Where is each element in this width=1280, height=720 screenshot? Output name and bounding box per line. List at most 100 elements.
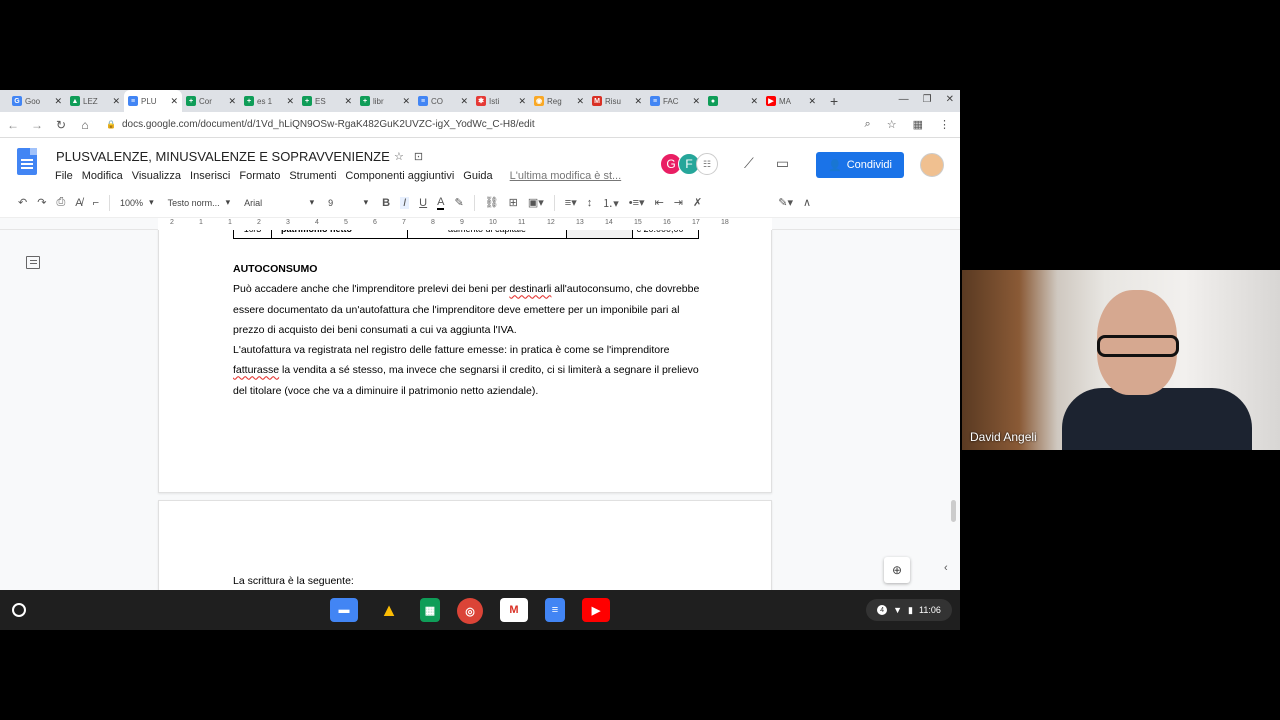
close-window-icon[interactable]: ✕ — [946, 94, 954, 105]
scrollbar-thumb[interactable] — [951, 500, 956, 522]
menu-item[interactable]: Inserisci — [190, 170, 230, 182]
zoom-icon[interactable]: ⌕ — [865, 118, 871, 131]
launcher-icon[interactable] — [12, 603, 26, 617]
tab-7[interactable]: ≡ CO ✕ — [414, 90, 472, 112]
misspelled-word[interactable]: fatturasse — [233, 364, 279, 376]
drive-app-icon[interactable]: ▲ — [375, 598, 403, 622]
activity-icon[interactable]: ⟋ — [744, 155, 754, 172]
star-icon[interactable]: ☆ — [887, 118, 897, 131]
document-page[interactable]: 10/3 patrimonio netto aumento di capital… — [158, 230, 772, 493]
tab-close-icon[interactable]: ✕ — [750, 96, 758, 107]
tab-13[interactable]: ▶ MA ✕ — [762, 90, 820, 112]
underline-icon[interactable]: U — [419, 197, 427, 209]
last-edit-link[interactable]: L'ultima modifica è st... — [510, 170, 622, 182]
home-icon[interactable]: ⌂ — [74, 118, 96, 132]
bulleted-list-icon[interactable]: •≡▾ — [629, 196, 645, 209]
share-button[interactable]: 👤 Condividi — [816, 152, 904, 178]
tab-5[interactable]: + ES ✕ — [298, 90, 356, 112]
chrome-app-icon[interactable]: ◎ — [457, 598, 483, 624]
tab-close-icon[interactable]: ✕ — [808, 96, 816, 107]
table-cell-description[interactable]: aumento di capitale — [407, 230, 567, 239]
table-cell-account[interactable]: patrimonio netto — [271, 230, 408, 239]
menu-item[interactable]: Componenti aggiuntivi — [345, 170, 454, 182]
tab-close-icon[interactable]: ✕ — [460, 96, 468, 107]
url-field[interactable]: 🔒 docs.google.com/document/d/1Vd_hLiQN9O… — [106, 119, 535, 130]
ruler[interactable]: 2 1 1 2 3 4 5 6 7 8 9 10 11 12 13 14 15 16 17 18 — [158, 218, 772, 230]
line-spacing-icon[interactable]: ↕ — [587, 197, 593, 209]
increase-indent-icon[interactable]: ⇥ — [674, 196, 683, 209]
redo-icon[interactable]: ↷ — [37, 196, 46, 209]
tab-2[interactable]: ≡ PLU ✕ — [124, 90, 182, 112]
font-select[interactable]: Arial ▾ — [244, 197, 314, 208]
misspelled-word[interactable]: destinarli — [509, 283, 551, 295]
table-cell-blank[interactable] — [566, 230, 633, 239]
tab-close-icon[interactable]: ✕ — [286, 96, 294, 107]
tab-0[interactable]: G Goo ✕ — [8, 90, 66, 112]
new-tab-icon[interactable]: + — [830, 93, 838, 109]
youtube-app-icon[interactable]: ▶ — [582, 598, 610, 622]
tab-close-icon[interactable]: ✕ — [228, 96, 236, 107]
decrease-indent-icon[interactable]: ⇤ — [655, 196, 664, 209]
docs-logo-icon[interactable] — [17, 148, 37, 175]
spellcheck-icon[interactable]: A̸ — [75, 197, 82, 209]
menu-item[interactable]: Guida — [463, 170, 492, 182]
reload-icon[interactable]: ↻ — [50, 118, 72, 132]
tab-4[interactable]: + es 1 ✕ — [240, 90, 298, 112]
tab-close-icon[interactable]: ✕ — [170, 96, 178, 107]
table-cell-date[interactable]: 10/3 — [233, 230, 272, 239]
files-app-icon[interactable]: ▬ — [330, 598, 358, 622]
extensions-icon[interactable]: ▦ — [913, 118, 923, 131]
editing-mode-icon[interactable]: ✎▾ — [778, 196, 793, 209]
menu-item[interactable]: Modifica — [82, 170, 123, 182]
more-menu-icon[interactable]: ⋮ — [939, 118, 950, 131]
back-icon[interactable]: ← — [2, 118, 24, 132]
undo-icon[interactable]: ↶ — [18, 196, 27, 209]
highlight-icon[interactable]: ✎ — [454, 196, 463, 209]
numbered-list-icon[interactable]: ⒈▾ — [602, 195, 619, 211]
tab-9[interactable]: ◉ Reg ✕ — [530, 90, 588, 112]
system-tray[interactable]: 4 ▼ ▮ 11:06 — [866, 599, 952, 621]
tab-close-icon[interactable]: ✕ — [692, 96, 700, 107]
comments-icon[interactable]: ▭ — [776, 155, 789, 172]
forward-icon[interactable]: → — [26, 118, 48, 132]
print-icon[interactable]: ⎙ — [56, 196, 65, 209]
add-comment-fab-icon[interactable]: ⊕ — [884, 557, 910, 583]
tab-close-icon[interactable]: ✕ — [402, 96, 410, 107]
side-panel-arrow-icon[interactable]: ‹ — [944, 562, 948, 574]
tab-close-icon[interactable]: ✕ — [634, 96, 642, 107]
document-outline-icon[interactable] — [26, 256, 40, 269]
document-title[interactable]: PLUSVALENZE, MINUSVALENZE E SOPRAVVENIEN… — [56, 149, 390, 164]
move-folder-icon[interactable]: ⊡ — [414, 150, 423, 163]
menu-item[interactable]: Formato — [239, 170, 280, 182]
tab-close-icon[interactable]: ✕ — [54, 96, 62, 107]
text-color-icon[interactable]: A — [437, 196, 445, 210]
minimize-icon[interactable]: — — [899, 94, 909, 105]
clear-format-icon[interactable]: ✗ — [693, 196, 702, 209]
tab-close-icon[interactable]: ✕ — [518, 96, 526, 107]
paint-format-icon[interactable]: ⌐ — [93, 197, 99, 209]
bold-icon[interactable]: B — [382, 197, 390, 209]
collapse-toolbar-icon[interactable]: ∧ — [803, 196, 811, 209]
menu-item[interactable]: Visualizza — [132, 170, 181, 182]
sheets-app-icon[interactable]: ▦ — [420, 598, 440, 622]
italic-icon[interactable]: I — [400, 196, 410, 209]
align-icon[interactable]: ≡▾ — [565, 196, 577, 209]
user-avatar[interactable] — [920, 153, 944, 177]
docs-app-icon[interactable]: ≡ — [545, 598, 565, 622]
menu-item[interactable]: Strumenti — [289, 170, 336, 182]
gmail-app-icon[interactable]: M — [500, 598, 528, 622]
tab-6[interactable]: + libr ✕ — [356, 90, 414, 112]
chat-icon[interactable]: ☷ — [696, 153, 718, 175]
insert-image-icon[interactable]: ▣▾ — [528, 196, 544, 209]
tab-close-icon[interactable]: ✕ — [344, 96, 352, 107]
tab-8[interactable]: ✱ Isti ✕ — [472, 90, 530, 112]
tab-12[interactable]: ● ✕ — [704, 90, 762, 112]
menu-item[interactable]: File — [55, 170, 73, 182]
restore-icon[interactable]: ❐ — [923, 94, 932, 105]
size-select[interactable]: 9 ▾ — [328, 197, 368, 208]
tab-3[interactable]: + Cor ✕ — [182, 90, 240, 112]
tab-close-icon[interactable]: ✕ — [576, 96, 584, 107]
tab-10[interactable]: M Risu ✕ — [588, 90, 646, 112]
tab-11[interactable]: ≡ FAC ✕ — [646, 90, 704, 112]
add-comment-icon[interactable]: ⊞ — [509, 196, 518, 209]
